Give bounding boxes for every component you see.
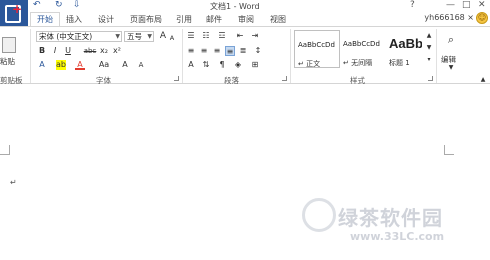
italic-button[interactable]: I	[50, 46, 60, 56]
tab-design[interactable]: 设计	[98, 13, 114, 26]
paragraph-mark: ↵	[10, 178, 17, 187]
shrink-font-2-icon[interactable]: A	[136, 60, 146, 70]
shrink-font-icon[interactable]: A	[167, 33, 177, 43]
collapse-ribbon-icon[interactable]: ▲	[478, 75, 488, 85]
margin-corner-left	[0, 145, 10, 155]
clipboard-icon[interactable]	[2, 37, 16, 53]
ribbon-tabs: 开始 插入 设计 页面布局 引用 邮件 审阅 视图	[0, 13, 490, 26]
chinese-layout-icon[interactable]: A	[186, 60, 196, 70]
editing-dropdown-icon[interactable]: ▼	[446, 63, 456, 73]
subscript-button[interactable]: x₂	[99, 46, 109, 56]
numbering-icon[interactable]: ☷	[201, 31, 211, 41]
font-size-value: 五号	[127, 32, 142, 41]
align-right-icon[interactable]: ≡	[212, 46, 222, 56]
avatar[interactable]: ☺	[476, 12, 488, 24]
borders-icon[interactable]: ⊞	[250, 60, 260, 70]
underline-button[interactable]: U	[63, 46, 73, 56]
grow-font-2-icon[interactable]: A	[120, 60, 130, 70]
tab-mailings[interactable]: 邮件	[206, 13, 222, 26]
paste-button[interactable]: 粘贴	[0, 56, 15, 67]
styles-scroll-up-icon[interactable]: ▲	[424, 31, 434, 41]
distributed-icon[interactable]: ≣	[238, 46, 248, 56]
style-name: 标题 1	[389, 58, 410, 68]
change-case-icon[interactable]: Aa	[96, 60, 112, 70]
tab-insert[interactable]: 插入	[66, 13, 82, 26]
tab-home[interactable]: 开始	[30, 12, 60, 26]
font-launcher-icon[interactable]	[174, 76, 179, 81]
tab-view[interactable]: 视图	[270, 13, 286, 26]
align-center-icon[interactable]: ≡	[199, 46, 209, 56]
binoculars-icon[interactable]: ⌕	[444, 35, 458, 45]
word-window: + ↶ ↻ ⇩ 文档1 - Word ? — □ ✕ 开始 插入 设计 页面布局…	[0, 0, 490, 260]
increase-indent-icon[interactable]: ⇥	[250, 31, 260, 41]
ribbon: 粘贴 剪贴板 宋体 (中文正文)▼ 五号▼ A A B I U abc x₂ x…	[0, 26, 490, 84]
shading-icon[interactable]: ◈	[233, 60, 243, 70]
help-button[interactable]: ?	[410, 0, 415, 10]
style-name: ↵ 正文	[298, 59, 320, 69]
styles-launcher-icon[interactable]	[428, 76, 433, 81]
tab-references[interactable]: 引用	[176, 13, 192, 26]
style-sample: AaBbCcDd	[298, 41, 335, 49]
watermark-text: 绿茶软件园	[338, 202, 443, 231]
styles-more-icon[interactable]: ▾	[424, 55, 434, 65]
redo-icon[interactable]: ↻	[55, 0, 63, 10]
style-heading-1[interactable]: AaBb 标题 1	[386, 30, 422, 68]
style-sample: AaBbCcDd	[343, 40, 380, 48]
style-sample: AaBb	[389, 36, 422, 51]
font-size-select[interactable]: 五号▼	[124, 31, 154, 42]
multilevel-list-icon[interactable]: ☲	[217, 31, 227, 41]
highlight-icon[interactable]: ab	[56, 60, 66, 70]
title-bar: + ↶ ↻ ⇩ 文档1 - Word ? — □ ✕	[0, 0, 490, 12]
watermark-logo-icon	[302, 198, 336, 232]
customize-icon[interactable]: ⇩	[73, 0, 81, 10]
sort-icon[interactable]: ⇅	[201, 60, 211, 70]
line-spacing-icon[interactable]: ↕	[253, 46, 263, 56]
align-left-icon[interactable]: ≡	[186, 46, 196, 56]
font-name-select[interactable]: 宋体 (中文正文)▼	[36, 31, 122, 42]
styles-scroll-down-icon[interactable]: ▼	[424, 43, 434, 53]
maximize-button[interactable]: □	[462, 0, 471, 10]
tab-review[interactable]: 审阅	[238, 13, 254, 26]
close-button[interactable]: ✕	[478, 0, 486, 10]
superscript-button[interactable]: x²	[112, 46, 122, 56]
margin-corner-right	[444, 145, 454, 155]
decrease-indent-icon[interactable]: ⇤	[235, 31, 245, 41]
show-marks-icon[interactable]: ¶	[217, 60, 227, 70]
watermark-url: www.33LC.com	[350, 230, 444, 243]
bold-button[interactable]: B	[37, 46, 47, 56]
user-name[interactable]: yh666168 ×	[424, 13, 474, 22]
text-effects-icon[interactable]: A	[37, 60, 47, 70]
paragraph-launcher-icon[interactable]	[282, 76, 287, 81]
strikethrough-button[interactable]: abc	[82, 46, 98, 56]
style-no-spacing[interactable]: AaBbCcDd ↵ 无间隔	[340, 30, 386, 68]
watermark: 绿茶软件园 www.33LC.com	[300, 190, 485, 255]
justify-icon[interactable]: ≡	[225, 46, 235, 56]
style-name: ↵ 无间隔	[343, 58, 372, 68]
bullets-icon[interactable]: ☰	[186, 31, 196, 41]
window-title: 文档1 - Word	[210, 1, 260, 12]
tab-layout[interactable]: 页面布局	[130, 13, 162, 26]
style-normal[interactable]: AaBbCcDd ↵ 正文	[294, 30, 340, 68]
font-name-value: 宋体 (中文正文)	[39, 32, 92, 41]
font-color-icon[interactable]: A	[75, 60, 85, 70]
minimize-button[interactable]: —	[446, 0, 455, 10]
undo-icon[interactable]: ↶	[33, 0, 41, 10]
